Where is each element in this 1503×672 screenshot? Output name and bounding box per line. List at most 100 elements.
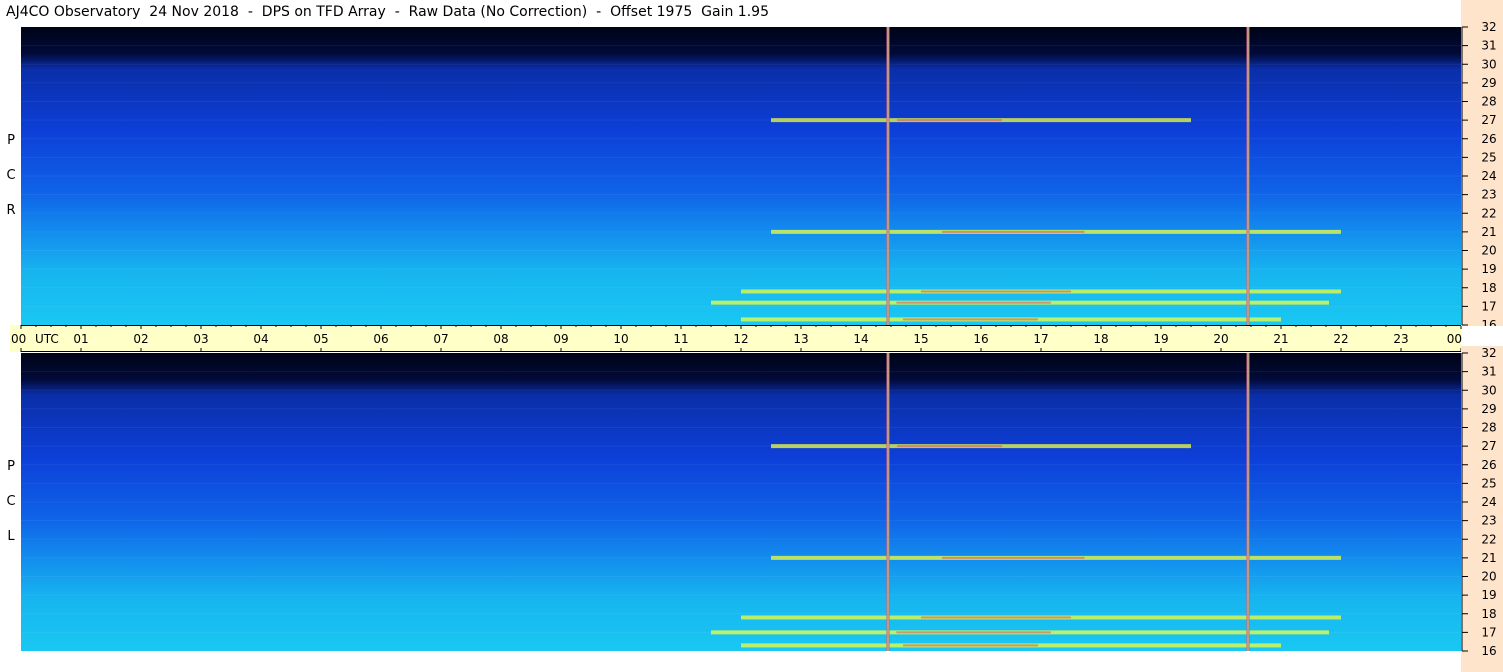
freq-tick-label: 26 xyxy=(1481,132,1496,146)
time-tick-label: 18 xyxy=(1093,332,1108,346)
freq-tick-label: 25 xyxy=(1481,150,1496,164)
freq-tick-label: 23 xyxy=(1481,514,1496,528)
band-line xyxy=(21,538,1461,540)
burst-core xyxy=(942,230,1085,233)
rcp-frequency-axis: 32 31 30 29 28 27 26 25 24 23 22 21 20 19 18 17 16 xyxy=(1461,0,1503,326)
band-line xyxy=(21,613,1461,615)
freq-tick-label: 27 xyxy=(1481,439,1496,453)
freq-tick-label: 21 xyxy=(1481,551,1496,565)
burst-core xyxy=(921,290,1071,293)
band-line xyxy=(21,63,1461,65)
band-line xyxy=(21,408,1461,410)
burst-core xyxy=(903,318,1038,321)
time-tick-label: 10 xyxy=(613,332,628,346)
time-tick-label: 04 xyxy=(253,332,268,346)
band-line xyxy=(21,389,1461,391)
lcp-spectrogram-plot xyxy=(21,353,1461,651)
time-tick-label: 14 xyxy=(853,332,868,346)
time-tick-label: 15 xyxy=(913,332,928,346)
time-tick-label: 09 xyxy=(553,332,568,346)
band-line xyxy=(21,464,1461,466)
band-line xyxy=(21,371,1461,373)
time-tick-label: 21 xyxy=(1273,332,1288,346)
burst-core xyxy=(897,119,1002,122)
time-tick-label: 00 xyxy=(11,332,26,346)
band-line xyxy=(21,138,1461,140)
time-tick-label: 13 xyxy=(793,332,808,346)
lcp-frequency-axis-svg: 32 31 30 29 28 27 26 25 24 23 22 21 20 19 18 17 16 xyxy=(1461,346,1497,658)
band-line xyxy=(21,45,1461,47)
utc-time-axis: 00 01 02 03 04 05 06 07 08 09 10 11 12 13 14 15 16 17 18 19… xyxy=(10,325,1462,352)
freq-tick-label: 28 xyxy=(1481,421,1496,435)
band-line xyxy=(21,594,1461,596)
rcp-spectrogram xyxy=(21,27,1461,325)
freq-tick-label: 16 xyxy=(1481,318,1496,326)
freq-tick-label: 20 xyxy=(1481,244,1496,258)
time-tick-label: 22 xyxy=(1333,332,1348,346)
freq-tick-label: 26 xyxy=(1481,458,1496,472)
rcp-letter-c: C xyxy=(6,168,16,183)
freq-tick-label: 17 xyxy=(1481,299,1496,313)
utc-time-axis-svg: 00 01 02 03 04 05 06 07 08 09 10 11 12 13 14 15 16 17 18 19… xyxy=(11,325,1462,352)
time-tick-label: 16 xyxy=(973,332,988,346)
freq-tick-label: 25 xyxy=(1481,476,1496,490)
burst-core xyxy=(903,644,1038,647)
lcp-letter-p: P xyxy=(7,459,15,474)
burst-core xyxy=(896,631,1051,634)
freq-tick-label: 24 xyxy=(1481,495,1496,509)
band-line xyxy=(21,250,1461,251)
interference-line-core xyxy=(1247,353,1249,651)
lcp-frequency-axis: 32 31 30 29 28 27 26 25 24 23 22 21 20 19 18 17 16 xyxy=(1461,346,1503,672)
freq-tick-label: 17 xyxy=(1481,625,1496,639)
time-tick-label: 19 xyxy=(1153,332,1168,346)
time-tick-label: 06 xyxy=(373,332,388,346)
freq-tick-label: 23 xyxy=(1481,188,1496,202)
band-line xyxy=(21,156,1461,158)
band-line xyxy=(21,427,1461,428)
band-line xyxy=(21,268,1461,270)
lcp-letter-l: L xyxy=(7,529,15,544)
time-tick-label: 11 xyxy=(673,332,688,346)
freq-tick-label: 29 xyxy=(1481,76,1496,90)
band-line xyxy=(21,101,1461,102)
freq-tick-label: 24 xyxy=(1481,169,1496,183)
time-tick-label: 08 xyxy=(493,332,508,346)
lcp-spectrogram xyxy=(21,353,1461,651)
freq-tick-label: 22 xyxy=(1481,206,1496,220)
band-line xyxy=(21,482,1461,484)
freq-tick-label: 18 xyxy=(1481,281,1496,295)
rcp-spectrogram-plot xyxy=(21,27,1461,325)
freq-tick-label: 30 xyxy=(1481,383,1496,397)
freq-tick-label: 20 xyxy=(1481,570,1496,584)
time-tick-label: 12 xyxy=(733,332,748,346)
freq-tick-label: 31 xyxy=(1481,39,1496,53)
interference-line-core xyxy=(887,353,889,651)
freq-tick-label: 21 xyxy=(1481,225,1496,239)
freq-tick-label: 27 xyxy=(1481,113,1496,127)
burst-core xyxy=(897,445,1002,448)
freq-tick-label: 28 xyxy=(1481,95,1496,109)
band-line xyxy=(21,501,1461,503)
band-line xyxy=(21,576,1461,577)
time-tick-label: 05 xyxy=(313,332,328,346)
freq-tick-label: 19 xyxy=(1481,262,1496,276)
time-tick-label: 23 xyxy=(1393,332,1408,346)
freq-tick-label: 18 xyxy=(1481,607,1496,621)
band-line xyxy=(21,175,1461,177)
rcp-frequency-axis-svg: 32 31 30 29 28 27 26 25 24 23 22 21 20 19 18 17 16 xyxy=(1461,20,1497,326)
band-line xyxy=(21,194,1461,196)
burst-core xyxy=(942,556,1085,559)
lcp-letter-c: C xyxy=(6,494,16,509)
freq-tick-label: 31 xyxy=(1481,365,1496,379)
time-tick-label: 00 xyxy=(1447,332,1462,346)
time-unit-label: UTC xyxy=(35,332,59,346)
time-tick-label: 20 xyxy=(1213,332,1228,346)
interference-line-core xyxy=(1247,27,1249,325)
time-tick-label: 03 xyxy=(193,332,208,346)
freq-tick-label: 32 xyxy=(1481,346,1496,360)
band-line xyxy=(21,445,1461,447)
freq-tick-label: 16 xyxy=(1481,644,1496,658)
time-tick-label: 01 xyxy=(73,332,88,346)
band-line xyxy=(21,119,1461,121)
time-tick-label: 17 xyxy=(1033,332,1048,346)
